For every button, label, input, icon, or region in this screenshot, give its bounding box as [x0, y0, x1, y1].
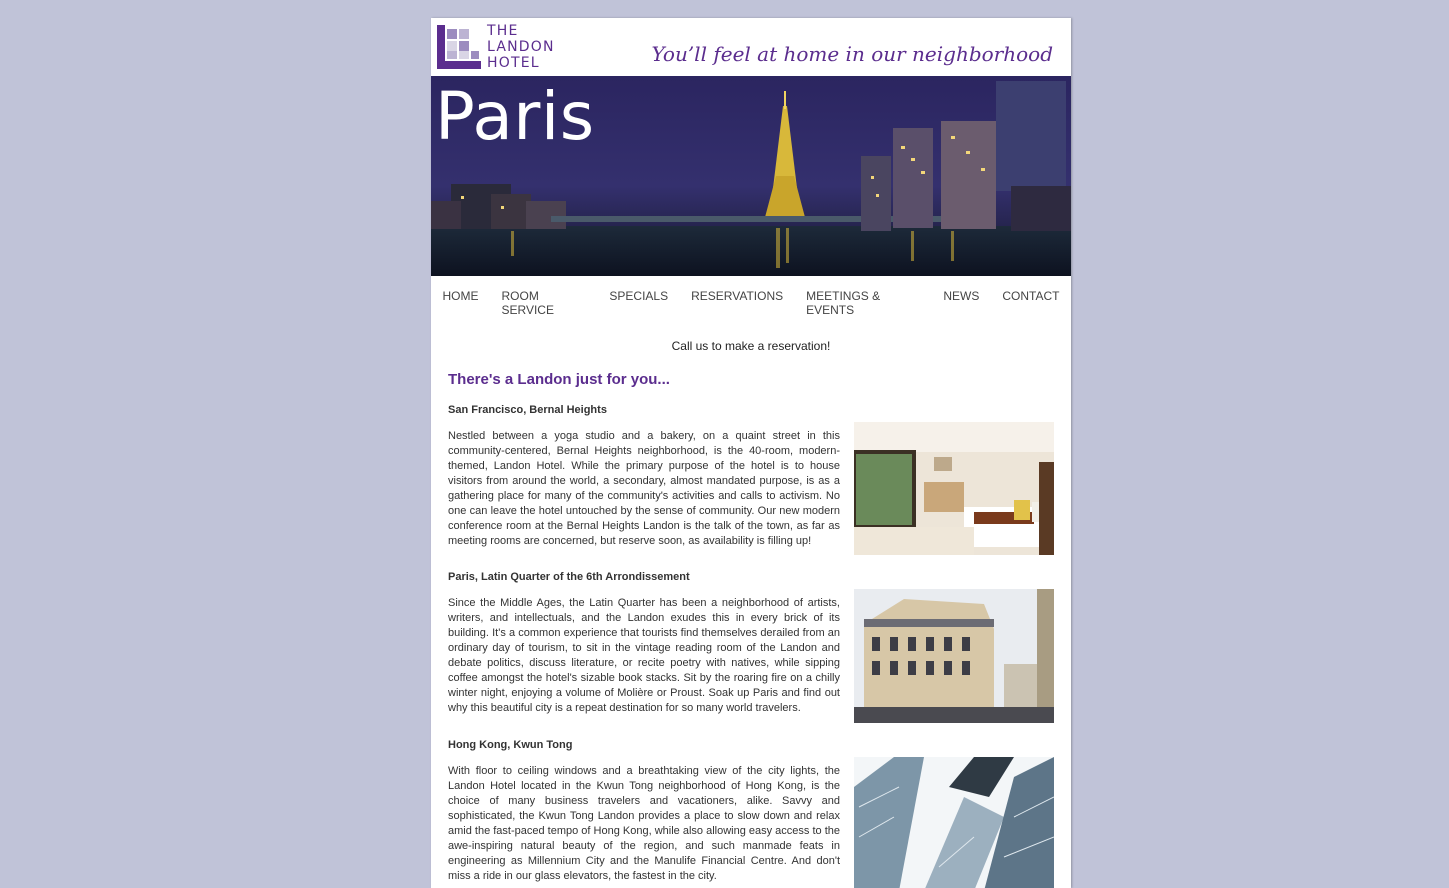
- location-title-sf: San Francisco, Bernal Heights: [448, 404, 607, 416]
- main-content: There's a Landon just for you... San Fra…: [431, 371, 1071, 888]
- location-hk: With floor to ceiling windows and a brea…: [448, 757, 1054, 888]
- paris-building-image: [854, 589, 1054, 723]
- nav-specials[interactable]: SPECIALS: [598, 289, 680, 319]
- location-sf: Nestled between a yoga studio and a bake…: [448, 422, 1054, 555]
- landon-logo-icon[interactable]: [437, 25, 481, 69]
- logo-line-3: HOTEL: [487, 55, 540, 71]
- logo-line-2: LANDON: [487, 39, 555, 55]
- page-heading: There's a Landon just for you...: [448, 371, 670, 388]
- hero-title: Paris: [435, 78, 595, 155]
- location-text-sf: Nestled between a yoga studio and a bake…: [448, 430, 840, 547]
- nav-home[interactable]: HOME: [431, 289, 490, 319]
- nav-news[interactable]: NEWS: [932, 289, 991, 319]
- nav-room-service[interactable]: ROOM SERVICE: [490, 289, 598, 319]
- logo-line-1: THE: [487, 23, 519, 39]
- location-text-paris: Since the Middle Ages, the Latin Quarter…: [448, 597, 840, 714]
- reservation-callout: Call us to make a reservation!: [671, 339, 831, 353]
- main-nav: HOME ROOM SERVICE SPECIALS RESERVATIONS …: [431, 276, 1071, 319]
- nav-contact[interactable]: CONTACT: [991, 289, 1071, 319]
- hotel-room-image: [854, 422, 1054, 555]
- hong-kong-towers-image: [854, 757, 1054, 888]
- nav-meetings-events[interactable]: MEETINGS & EVENTS: [795, 289, 932, 319]
- logo-wordmark[interactable]: THE LANDON HOTEL: [487, 23, 555, 71]
- location-text-hk: With floor to ceiling windows and a brea…: [448, 765, 840, 882]
- location-title-paris: Paris, Latin Quarter of the 6th Arrondis…: [448, 571, 690, 583]
- location-paris: Since the Middle Ages, the Latin Quarter…: [448, 589, 1054, 723]
- tagline: You’ll feel at home in our neighborhood: [651, 42, 1053, 66]
- nav-reservations[interactable]: RESERVATIONS: [680, 289, 795, 319]
- page-container: THE LANDON HOTEL You’ll feel at home in …: [431, 18, 1071, 888]
- location-title-hk: Hong Kong, Kwun Tong: [448, 739, 573, 751]
- hero-banner: Paris: [431, 76, 1071, 276]
- site-header: THE LANDON HOTEL You’ll feel at home in …: [431, 18, 1071, 76]
